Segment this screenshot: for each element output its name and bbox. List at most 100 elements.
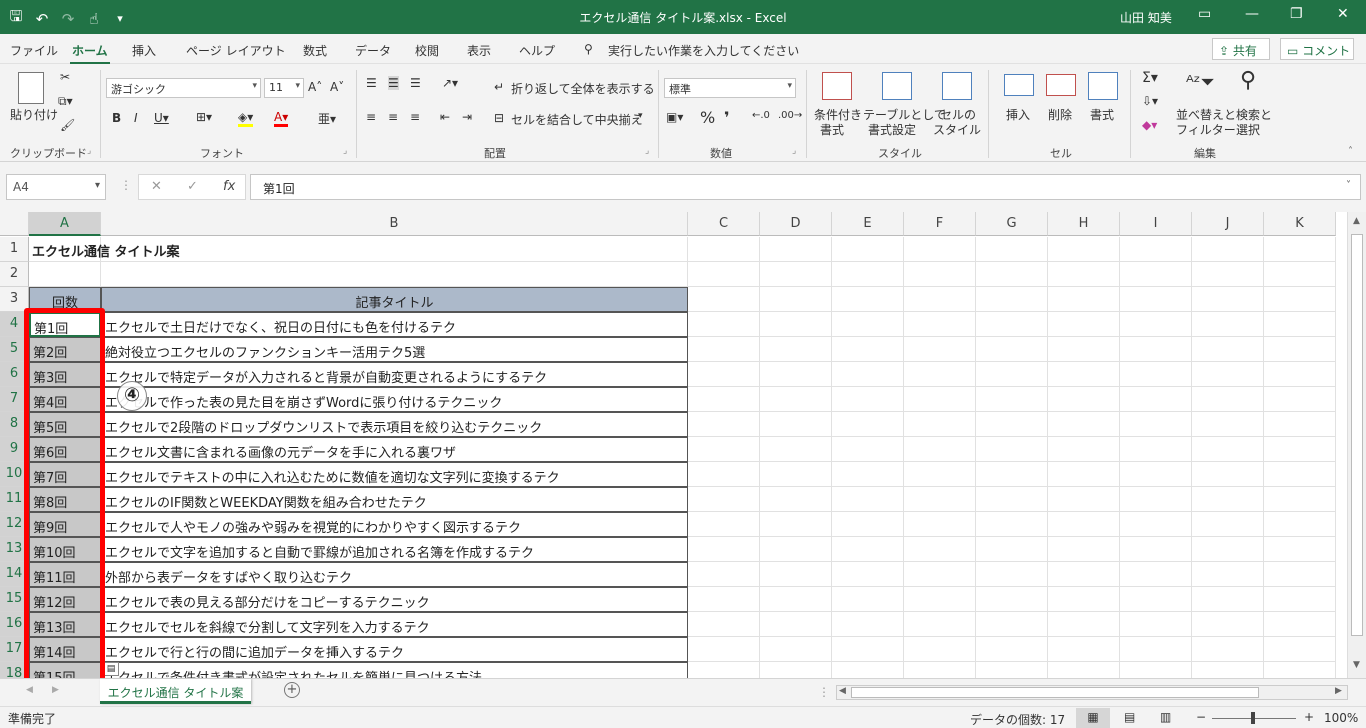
conditional-format-icon[interactable] [822, 72, 852, 100]
cell[interactable] [760, 537, 832, 562]
row-header-13[interactable]: 13 [0, 537, 29, 562]
cell[interactable] [688, 537, 760, 562]
cell[interactable] [1192, 512, 1264, 537]
cell[interactable] [976, 412, 1048, 437]
row-header-11[interactable]: 11 [0, 487, 29, 512]
cell[interactable] [760, 587, 832, 612]
font-name-combo[interactable]: 游ゴシック [106, 78, 261, 98]
cell[interactable] [904, 537, 976, 562]
insert-function-icon[interactable]: fx [223, 179, 235, 194]
cell[interactable] [688, 337, 760, 362]
format-cells-icon[interactable] [1088, 72, 1118, 100]
cell[interactable] [1192, 262, 1264, 287]
cell[interactable] [760, 562, 832, 587]
align-bottom-icon[interactable]: ☰ [410, 76, 421, 90]
cell[interactable] [760, 462, 832, 487]
cell[interactable] [904, 562, 976, 587]
delete-cells-button[interactable]: 削除 [1048, 106, 1072, 123]
column-header-f[interactable]: F [904, 212, 976, 236]
cell[interactable] [1264, 287, 1336, 312]
cell[interactable] [1192, 462, 1264, 487]
row-header-7[interactable]: 7 [0, 387, 29, 412]
cell[interactable] [904, 312, 976, 337]
cell[interactable] [1192, 587, 1264, 612]
cell[interactable] [904, 462, 976, 487]
cell[interactable] [904, 287, 976, 312]
zoom-level[interactable]: 100% [1324, 711, 1358, 725]
cell[interactable] [1264, 412, 1336, 437]
cell[interactable] [760, 637, 832, 662]
column-header-c[interactable]: C [688, 212, 760, 236]
align-middle-icon[interactable]: ☰ [388, 76, 399, 90]
article-title-cell[interactable]: エクセルで2段階のドロップダウンリストで表示項目を絞り込むテクニック [101, 412, 688, 437]
quick-analysis-icon[interactable]: ▤ [103, 662, 119, 676]
tab-view[interactable]: 表示 [467, 42, 491, 59]
cell[interactable] [904, 487, 976, 512]
cell[interactable] [1264, 562, 1336, 587]
cell[interactable] [976, 237, 1048, 262]
episode-number-cell[interactable]: 第6回 [29, 437, 101, 462]
cell[interactable] [760, 312, 832, 337]
scroll-up-icon[interactable]: ▲ [1353, 216, 1360, 226]
cell[interactable] [1048, 462, 1120, 487]
column-header-g[interactable]: G [976, 212, 1048, 236]
cell[interactable] [688, 362, 760, 387]
cell[interactable] [904, 337, 976, 362]
cell[interactable] [760, 612, 832, 637]
tab-review[interactable]: 校閲 [415, 42, 439, 59]
cell[interactable] [904, 587, 976, 612]
header-cell-count[interactable]: 回数 [29, 287, 101, 312]
row-header-18[interactable]: 18 [0, 662, 29, 678]
row-header-14[interactable]: 14 [0, 562, 29, 587]
cell[interactable] [1048, 637, 1120, 662]
active-cell[interactable]: 第1回 [29, 312, 101, 337]
cell[interactable] [904, 662, 976, 678]
cell[interactable] [976, 512, 1048, 537]
cell[interactable] [1192, 612, 1264, 637]
cell[interactable] [1048, 262, 1120, 287]
article-title-cell[interactable]: エクセルで作った表の見た目を崩さずWordに張り付けるテクニック [101, 387, 688, 412]
episode-number-cell[interactable]: 第15回 [29, 662, 101, 678]
cell[interactable] [1192, 287, 1264, 312]
cell[interactable] [1120, 287, 1192, 312]
increase-decimal-icon[interactable]: ←.0 [752, 110, 770, 121]
cell[interactable] [1048, 412, 1120, 437]
sort-filter-label-2[interactable]: フィルター [1176, 121, 1236, 138]
cell[interactable] [832, 537, 904, 562]
cell[interactable] [760, 362, 832, 387]
cell[interactable] [1264, 487, 1336, 512]
cell[interactable] [1120, 662, 1192, 678]
cell[interactable] [688, 412, 760, 437]
cell[interactable] [976, 637, 1048, 662]
cell[interactable] [976, 662, 1048, 678]
article-title-cell[interactable]: エクセル文書に含まれる画像の元データを手に入れる裏ワザ [101, 437, 688, 462]
cell[interactable] [688, 562, 760, 587]
cell[interactable] [760, 487, 832, 512]
borders-icon[interactable]: ⊞▾ [196, 110, 212, 124]
row-header-2[interactable]: 2 [0, 262, 29, 287]
collapse-ribbon-icon[interactable]: ˄ [1348, 146, 1353, 157]
format-painter-icon[interactable]: 🖌 [60, 118, 75, 132]
column-header-i[interactable]: I [1120, 212, 1192, 236]
clear-icon[interactable]: ◆▾ [1142, 118, 1157, 132]
article-title-cell[interactable]: エクセルのIF関数とWEEKDAY関数を組み合わせたテク [101, 487, 688, 512]
merge-icon[interactable]: ⊟ [494, 111, 504, 125]
merge-center-button[interactable]: セルを結合して中央揃え [511, 111, 643, 128]
restore-icon[interactable]: ❐ [1290, 6, 1303, 22]
alignment-launcher-icon[interactable]: ⌟ [645, 146, 649, 156]
row-header-10[interactable]: 10 [0, 462, 29, 487]
paste-button[interactable]: 貼り付け [10, 106, 58, 123]
episode-number-cell[interactable]: 第14回 [29, 637, 101, 662]
cell[interactable] [976, 587, 1048, 612]
cell[interactable] [1048, 337, 1120, 362]
article-title-cell[interactable]: エクセルでテキストの中に入れ込むために数値を適切な文字列に変換するテク [101, 462, 688, 487]
next-sheet-icon[interactable]: ▶ [52, 685, 59, 695]
cell[interactable] [1120, 512, 1192, 537]
episode-number-cell[interactable]: 第3回 [29, 362, 101, 387]
increase-font-icon[interactable]: A˄ [308, 80, 322, 94]
prev-sheet-icon[interactable]: ◀ [26, 685, 33, 695]
vertical-scroll-thumb[interactable] [1351, 234, 1363, 636]
cell[interactable] [1120, 362, 1192, 387]
cell[interactable] [101, 262, 688, 287]
cell[interactable] [1120, 612, 1192, 637]
